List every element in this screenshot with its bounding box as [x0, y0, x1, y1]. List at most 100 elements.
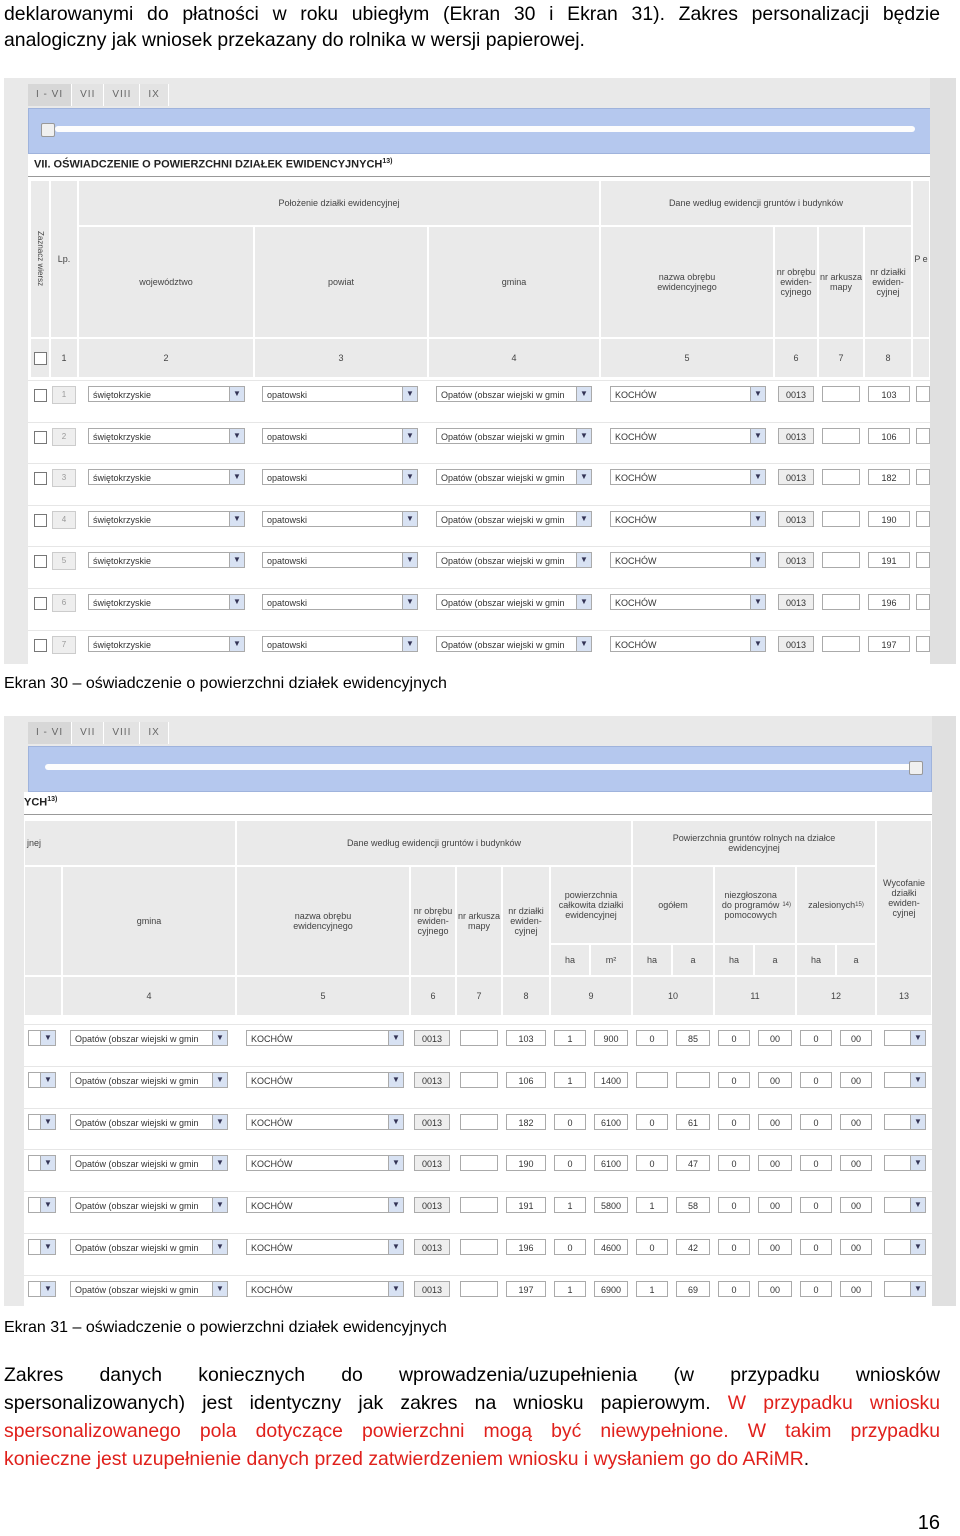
wojewodztwo-select[interactable]: świętokrzyskie ▼ — [88, 552, 245, 569]
nr-arkusza-field[interactable] — [822, 594, 860, 610]
powiat-select-tail[interactable]: ▼ — [28, 1113, 56, 1130]
chevron-down-icon[interactable]: ▼ — [910, 1072, 925, 1087]
tab-ix[interactable]: IX — [140, 722, 169, 744]
zalesionych-a-field[interactable]: 00 — [840, 1155, 872, 1172]
nr-arkusza-field[interactable] — [460, 1155, 498, 1172]
chevron-down-icon[interactable]: ▼ — [229, 595, 244, 609]
chevron-down-icon[interactable]: ▼ — [229, 470, 244, 485]
powiat-select[interactable]: opatowski ▼ — [262, 427, 418, 444]
niezgloszona-ha-field[interactable]: 0 — [718, 1113, 750, 1130]
row-checkbox[interactable] — [34, 597, 47, 610]
zalesionych-ha-field[interactable]: 0 — [800, 1197, 832, 1214]
gmina-select[interactable]: Opatów (obszar wiejski w gmin ▼ — [436, 594, 592, 610]
gmina-select[interactable]: Opatów (obszar wiejski w gmin ▼ — [70, 1113, 228, 1130]
chevron-down-icon[interactable]: ▼ — [910, 1240, 925, 1254]
ogolem-a-field[interactable]: 47 — [676, 1155, 710, 1172]
chevron-down-icon[interactable]: ▼ — [212, 1281, 227, 1296]
nr-obrebu-field[interactable]: 0013 — [414, 1239, 450, 1255]
scroll-thumb[interactable] — [41, 123, 55, 137]
pow-calk-m2-field[interactable]: 1400 — [594, 1071, 628, 1088]
nr-dzialki-field[interactable]: 196 — [868, 594, 910, 610]
nr-arkusza-field[interactable] — [822, 552, 860, 569]
scroll-track[interactable] — [55, 126, 915, 132]
niezgloszona-a-field[interactable]: 00 — [758, 1197, 792, 1214]
chevron-down-icon[interactable]: ▼ — [402, 636, 417, 651]
obreb-select[interactable]: KOCHÓW ▼ — [610, 635, 766, 652]
chevron-down-icon[interactable]: ▼ — [40, 1156, 55, 1171]
ogolem-ha-field[interactable]: 0 — [636, 1239, 668, 1255]
zalesionych-a-field[interactable]: 00 — [840, 1239, 872, 1255]
obreb-select[interactable]: KOCHÓW ▼ — [246, 1071, 404, 1088]
powiat-select[interactable]: opatowski ▼ — [262, 594, 418, 610]
extra-field[interactable] — [916, 427, 930, 444]
niezgloszona-ha-field[interactable]: 0 — [718, 1239, 750, 1255]
chevron-down-icon[interactable]: ▼ — [229, 387, 244, 401]
nr-dzialki-field[interactable]: 103 — [868, 386, 910, 402]
row-checkbox[interactable] — [34, 638, 47, 652]
extra-field[interactable] — [916, 386, 930, 402]
nr-dzialki-field[interactable]: 190 — [506, 1155, 546, 1172]
pow-calk-ha-field[interactable]: 0 — [554, 1155, 586, 1172]
wycofanie-select[interactable]: ▼ — [884, 1071, 926, 1088]
chevron-down-icon[interactable]: ▼ — [388, 1198, 403, 1213]
nr-obrebu-field[interactable]: 0013 — [414, 1155, 450, 1172]
nr-obrebu-field[interactable]: 0013 — [778, 552, 814, 569]
obreb-select[interactable]: KOCHÓW ▼ — [610, 386, 766, 402]
pow-calk-m2-field[interactable]: 5800 — [594, 1197, 628, 1214]
ogolem-a-field[interactable]: 61 — [676, 1113, 710, 1130]
chevron-down-icon[interactable]: ▼ — [750, 470, 765, 485]
pow-calk-m2-field[interactable]: 4600 — [594, 1239, 628, 1255]
ogolem-ha-field[interactable] — [636, 1071, 668, 1088]
row-checkbox[interactable] — [34, 430, 47, 444]
nr-obrebu-field[interactable]: 0013 — [778, 510, 814, 527]
chevron-down-icon[interactable]: ▼ — [229, 553, 244, 568]
obreb-select[interactable]: KOCHÓW ▼ — [610, 510, 766, 527]
obreb-select[interactable]: KOCHÓW ▼ — [246, 1155, 404, 1172]
nr-arkusza-field[interactable] — [822, 427, 860, 444]
niezgloszona-a-field[interactable]: 00 — [758, 1155, 792, 1172]
pow-calk-m2-field[interactable]: 6100 — [594, 1155, 628, 1172]
chevron-down-icon[interactable]: ▼ — [388, 1156, 403, 1171]
nr-obrebu-field[interactable]: 0013 — [778, 469, 814, 486]
chevron-down-icon[interactable]: ▼ — [576, 387, 591, 401]
zalesionych-a-field[interactable]: 00 — [840, 1197, 872, 1214]
chevron-down-icon[interactable]: ▼ — [910, 1281, 925, 1296]
scroll-thumb[interactable] — [909, 761, 923, 775]
nr-obrebu-field[interactable]: 0013 — [778, 386, 814, 402]
powiat-select[interactable]: opatowski ▼ — [262, 510, 418, 527]
row-checkbox[interactable] — [34, 555, 47, 569]
nr-dzialki-field[interactable]: 197 — [868, 635, 910, 652]
pow-calk-ha-field[interactable]: 1 — [554, 1280, 586, 1297]
chevron-down-icon[interactable]: ▼ — [40, 1114, 55, 1129]
horizontal-scrollbar[interactable] — [28, 746, 932, 792]
pow-calk-ha-field[interactable]: 0 — [554, 1239, 586, 1255]
chevron-down-icon[interactable]: ▼ — [40, 1072, 55, 1087]
zalesionych-a-field[interactable]: 00 — [840, 1280, 872, 1297]
gmina-select[interactable]: Opatów (obszar wiejski w gmin ▼ — [436, 469, 592, 486]
pow-calk-ha-field[interactable]: 0 — [554, 1113, 586, 1130]
zalesionych-ha-field[interactable]: 0 — [800, 1280, 832, 1297]
chevron-down-icon[interactable]: ▼ — [40, 1240, 55, 1254]
ogolem-a-field[interactable]: 58 — [676, 1197, 710, 1214]
chevron-down-icon[interactable]: ▼ — [40, 1198, 55, 1213]
chevron-down-icon[interactable]: ▼ — [750, 511, 765, 526]
chevron-down-icon[interactable]: ▼ — [402, 387, 417, 401]
chevron-down-icon[interactable]: ▼ — [576, 636, 591, 651]
zalesionych-ha-field[interactable]: 0 — [800, 1155, 832, 1172]
nr-arkusza-field[interactable] — [460, 1239, 498, 1255]
chevron-down-icon[interactable]: ▼ — [576, 428, 591, 443]
nr-arkusza-field[interactable] — [460, 1071, 498, 1088]
nr-dzialki-field[interactable]: 106 — [868, 427, 910, 444]
obreb-select[interactable]: KOCHÓW ▼ — [610, 594, 766, 610]
chevron-down-icon[interactable]: ▼ — [576, 553, 591, 568]
gmina-select[interactable]: Opatów (obszar wiejski w gmin ▼ — [70, 1239, 228, 1255]
powiat-select-tail[interactable]: ▼ — [28, 1239, 56, 1255]
nr-arkusza-field[interactable] — [460, 1197, 498, 1214]
chevron-down-icon[interactable]: ▼ — [402, 428, 417, 443]
chevron-down-icon[interactable]: ▼ — [750, 553, 765, 568]
pow-calk-ha-field[interactable]: 1 — [554, 1071, 586, 1088]
gmina-select[interactable]: Opatów (obszar wiejski w gmin ▼ — [436, 427, 592, 444]
wojewodztwo-select[interactable]: świętokrzyskie ▼ — [88, 386, 245, 402]
powiat-select[interactable]: opatowski ▼ — [262, 469, 418, 486]
niezgloszona-a-field[interactable]: 00 — [758, 1280, 792, 1297]
